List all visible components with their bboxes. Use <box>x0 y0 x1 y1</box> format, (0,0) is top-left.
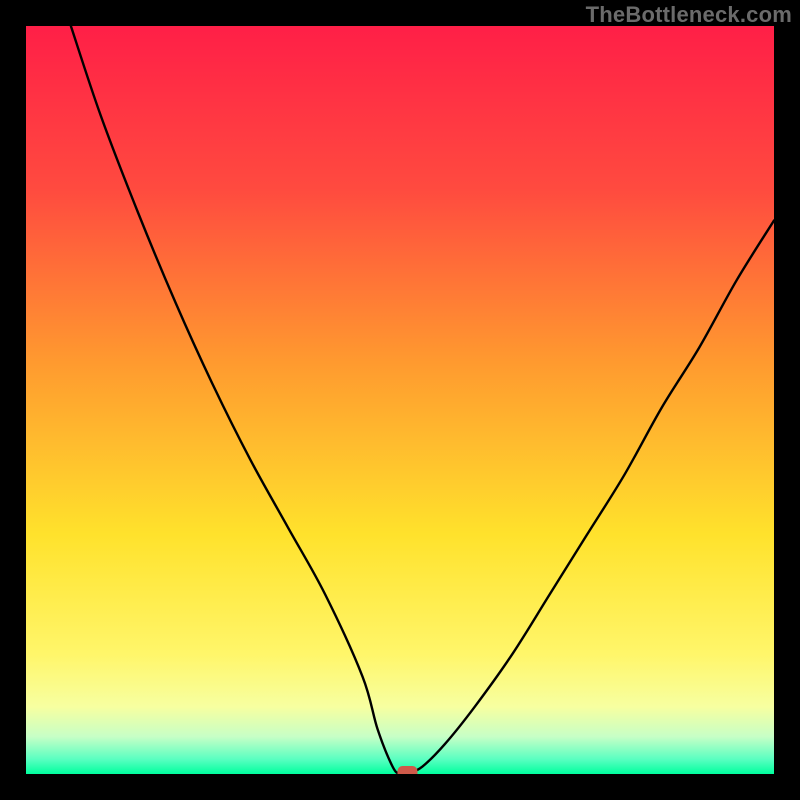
chart-background <box>26 26 774 774</box>
watermark-text: TheBottleneck.com <box>586 2 792 28</box>
optimal-point-marker <box>397 766 417 774</box>
chart-frame: TheBottleneck.com <box>0 0 800 800</box>
bottleneck-chart <box>26 26 774 774</box>
